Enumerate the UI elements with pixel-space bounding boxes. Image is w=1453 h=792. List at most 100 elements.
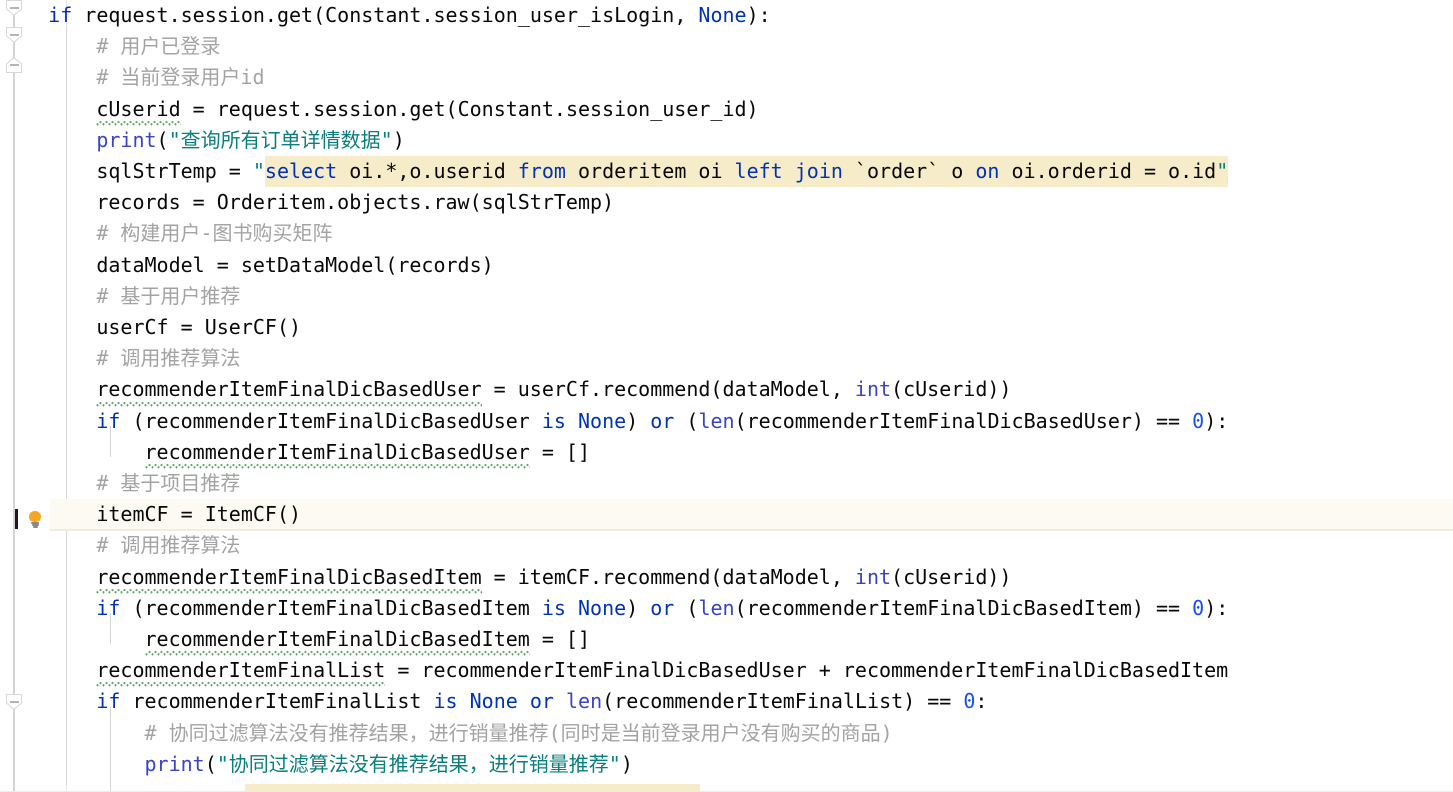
code-line[interactable]: recommenderItemFinalDicBasedUser = userC…: [0, 374, 1453, 406]
fold-marker-collapse-3-icon[interactable]: [6, 694, 22, 710]
code-token-ident: = itemCF.recommend(dataModel,: [481, 564, 855, 589]
code-token-sqlid-bg: [782, 156, 795, 188]
code-line[interactable]: sqlStrTemp = "select oi.*,o.userid from …: [0, 156, 1453, 188]
code-line[interactable]: records = Orderitem.objects.raw(sqlStrTe…: [0, 187, 1453, 218]
code-line[interactable]: # 用户已登录: [0, 31, 1453, 62]
code-token-builtin: print: [144, 751, 205, 776]
code-token-kw: if: [96, 408, 121, 433]
code-token-cjkstr: ": [252, 159, 265, 183]
code-token-typo: recommenderItemFinalDicBasedUser: [96, 374, 482, 406]
code-token-punct: ):: [1204, 408, 1229, 433]
minus-icon: [9, 64, 19, 66]
code-token-builtin: len: [698, 408, 735, 433]
code-token-builtin: len: [698, 595, 735, 620]
code-token-kw: or: [650, 595, 675, 620]
code-token-ident: = recommenderItemFinalDicBasedUser + rec…: [385, 658, 1229, 683]
code-token-punct: (: [204, 751, 217, 776]
code-line[interactable]: recommenderItemFinalDicBasedItem = []: [0, 624, 1453, 656]
code-token-punct: (: [674, 408, 699, 433]
bulb-glass: [29, 511, 41, 522]
code-token-ident: = []: [529, 439, 591, 464]
code-line[interactable]: # 调用推荐算法: [0, 530, 1453, 561]
code-token-builtin: int: [854, 377, 892, 402]
code-token-punct: ):: [746, 3, 771, 27]
code-token-cjkstr-bg: ": [1216, 156, 1229, 188]
intention-bulb-icon[interactable]: [26, 510, 44, 528]
code-token-punct: (: [156, 127, 169, 152]
editor-gutter[interactable]: [0, 0, 50, 792]
code-token-ident: request.session.get(Constant.session_use…: [72, 3, 699, 27]
code-token-sqlid-bg: `order` o: [842, 156, 976, 188]
code-token-ident: = []: [529, 627, 591, 651]
code-token-sqlkw-bg: on: [975, 156, 1000, 188]
code-token-ident: (recommenderItemFinalDicBasedItem: [120, 595, 542, 620]
code-line[interactable]: # 调用推荐算法: [0, 343, 1453, 374]
code-line[interactable]: dataModel = setDataModel(records): [0, 250, 1453, 281]
bulb-base3: [32, 526, 38, 528]
code-line[interactable]: recommenderItemFinalDicBasedItem = itemC…: [0, 561, 1453, 594]
code-token-punct: ): [626, 595, 651, 620]
code-token-sqlid-bg: orderitem oi: [565, 156, 735, 188]
code-line[interactable]: print("协同过滤算法没有推荐结果，进行销量推荐"): [0, 749, 1453, 780]
code-line[interactable]: recommenderItemFinalList = recommenderIt…: [0, 655, 1453, 687]
code-token-builtin: print: [96, 127, 157, 152]
caret-line-marker: [15, 509, 18, 529]
code-token-kw: or: [529, 689, 554, 714]
code-token-ident: (recommenderItemFinalDicBasedItem) ==: [734, 595, 1193, 620]
minus-icon: [9, 34, 19, 36]
code-token-builtin: int: [854, 564, 892, 589]
code-token-typo: cUserid: [96, 93, 181, 126]
code-token-sqlkw-bg: select: [264, 156, 338, 188]
code-token-ident: = userCf.recommend(dataModel,: [481, 377, 855, 402]
fold-ribbon-line: [13, 0, 15, 792]
code-token-punct: (: [674, 595, 699, 620]
code-line[interactable]: # 基于项目推荐: [0, 468, 1453, 499]
code-token-ident: dataModel = setDataModel(records): [0, 252, 494, 277]
minus-icon: [9, 7, 19, 9]
code-line[interactable]: if recommenderItemFinalList is None or l…: [0, 686, 1453, 717]
minus-icon: [9, 701, 19, 703]
code-token-num: 0: [1192, 408, 1205, 433]
code-token-ident: (cUserid)): [891, 377, 1012, 402]
fold-marker-collapse-2-icon[interactable]: [6, 27, 22, 43]
code-token-sqlkw-bg: left: [734, 156, 783, 188]
code-line[interactable]: userCf = UserCF(): [0, 312, 1453, 343]
code-token-typo: recommenderItemFinalDicBasedItem: [96, 561, 482, 594]
code-line[interactable]: # 当前登录用户id: [0, 62, 1453, 93]
code-token-punct: :: [975, 689, 988, 714]
code-token-num: 0: [1192, 595, 1205, 620]
fold-marker-collapse-1-icon[interactable]: [6, 0, 22, 16]
code-token-sqlkw-bg: join: [794, 156, 843, 188]
code-line[interactable]: if request.session.get(Constant.session_…: [0, 0, 1453, 31]
code-line[interactable]: # 构建用户-图书购买矩阵: [0, 218, 1453, 249]
code-token-cjkstr: "协同过滤算法没有推荐结果，进行销量推荐": [216, 751, 621, 776]
code-line[interactable]: itemCF = ItemCF(): [0, 499, 1453, 531]
code-token-none: None: [578, 408, 627, 433]
code-line[interactable]: # 协同过滤算法没有推荐结果，进行销量推荐(同时是当前登录用户没有购买的商品): [0, 718, 1453, 749]
code-token-builtin: len: [566, 689, 603, 714]
code-line[interactable]: print("查询所有订单详情数据"): [0, 125, 1453, 156]
code-editor[interactable]: if request.session.get(Constant.session_…: [0, 0, 1453, 792]
code-token-kw: if: [48, 3, 73, 27]
code-line[interactable]: cUserid = request.session.get(Constant.s…: [0, 93, 1453, 126]
code-token-sqlkw-bg: from: [517, 156, 566, 188]
code-line[interactable]: if (recommenderItemFinalDicBasedUser is …: [0, 406, 1453, 437]
fold-marker-region-end-icon[interactable]: [6, 57, 22, 73]
code-line[interactable]: recommenderItemFinalDicBasedUser = []: [0, 436, 1453, 468]
code-line[interactable]: if (recommenderItemFinalDicBasedItem is …: [0, 593, 1453, 624]
code-token-none: None: [578, 595, 627, 620]
code-token-punct: ):: [1204, 595, 1229, 620]
code-token-sqlid-bg: oi.orderid = o.id: [999, 156, 1217, 188]
code-text-area[interactable]: if request.session.get(Constant.session_…: [0, 0, 1453, 792]
code-token-sqlid-bg: oi.*,o.userid: [337, 156, 518, 188]
code-token-none: None: [469, 689, 518, 714]
code-token-ident: recommenderItemFinalList: [120, 689, 434, 714]
code-token-kw: is: [541, 408, 566, 433]
code-token-punct: ): [620, 751, 633, 776]
code-token-punct: ): [626, 408, 651, 433]
code-line[interactable]: # 基于用户推荐: [0, 281, 1453, 312]
